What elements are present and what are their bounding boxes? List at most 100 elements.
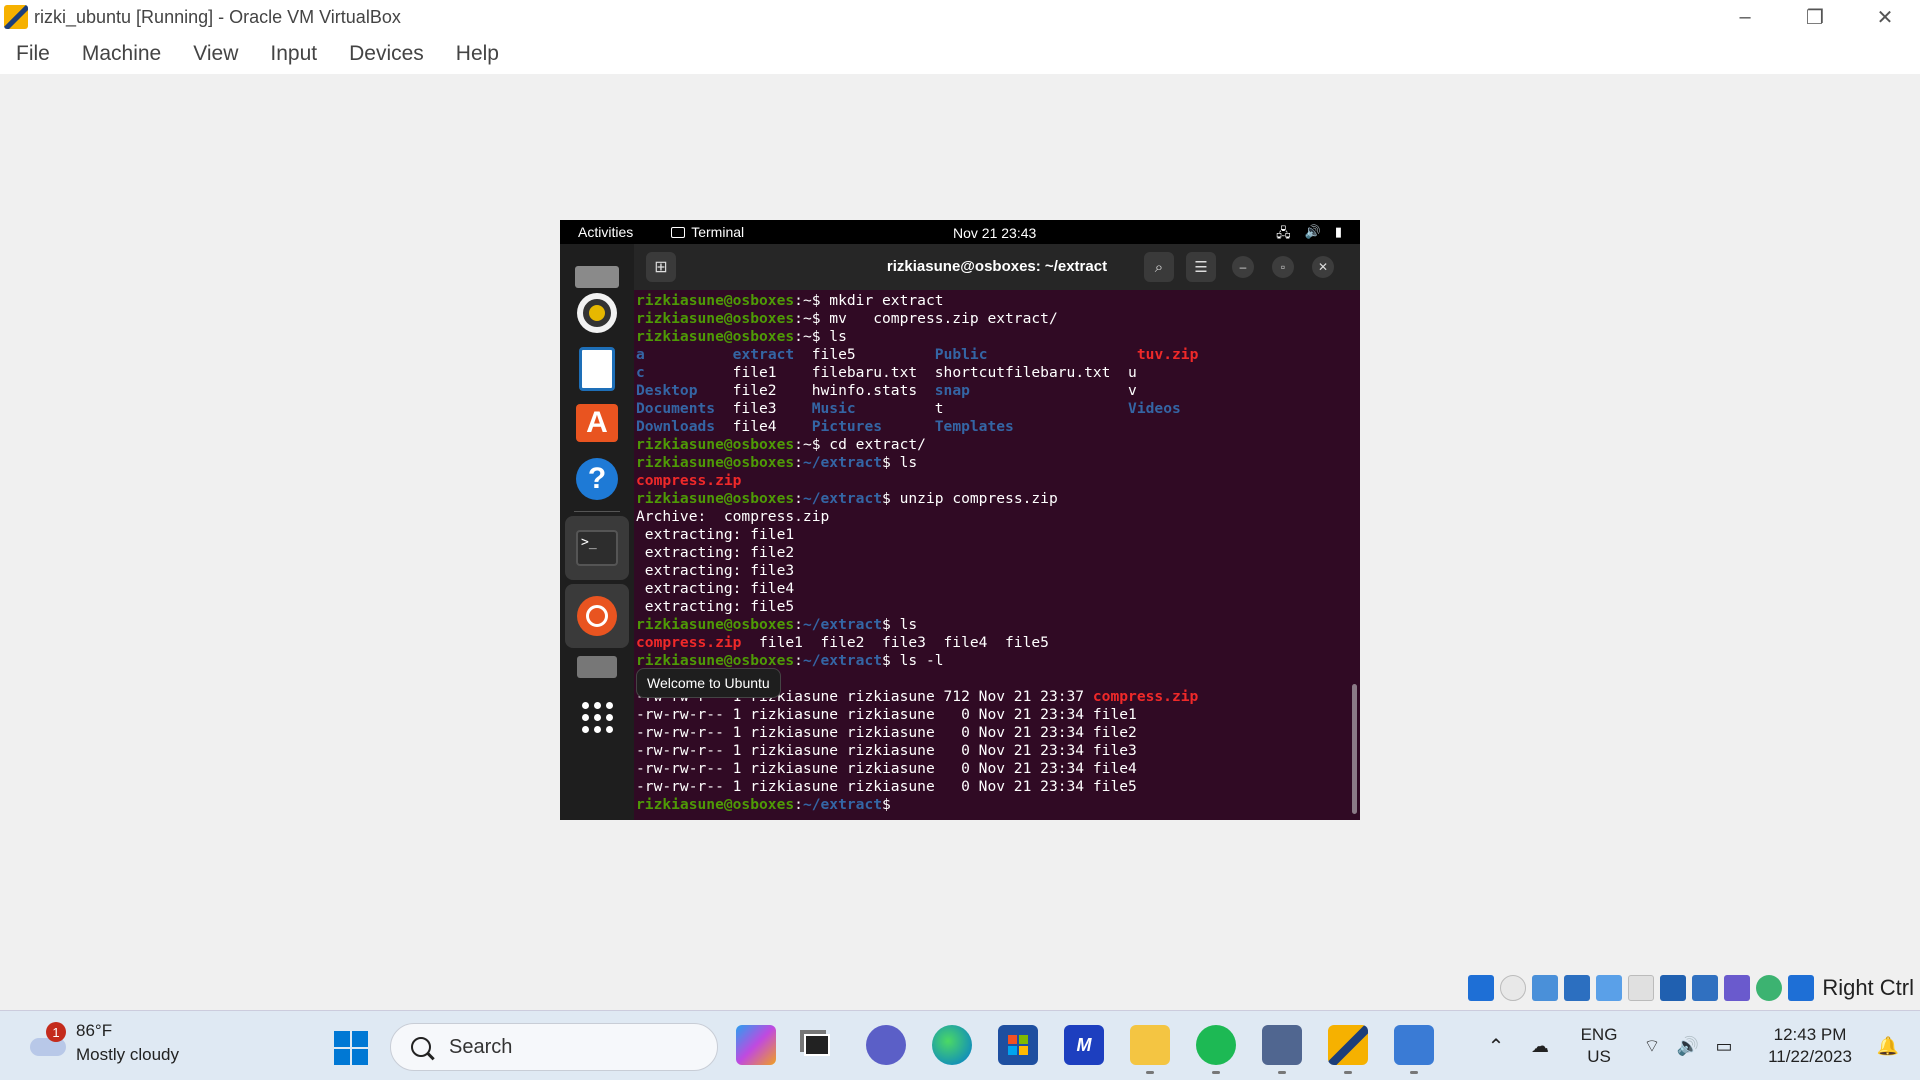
shared-folders-icon[interactable] (1628, 975, 1655, 1001)
app-menu-label: Terminal (691, 224, 745, 240)
volume-icon[interactable]: 🔊 (1670, 1036, 1706, 1057)
usb-icon[interactable] (1596, 975, 1623, 1001)
terminal-line: -rw-rw-r-- 1 rizkiasune rizkiasune 0 Nov… (636, 760, 1344, 778)
clock[interactable]: 12:43 PM 11/22/2023 (1750, 1024, 1870, 1068)
dock-rhythmbox[interactable] (572, 288, 622, 338)
terminal-maximize-button[interactable]: ▫ (1272, 256, 1294, 278)
menu-file[interactable]: File (16, 42, 50, 66)
terminal-text: : (794, 652, 803, 669)
menu-machine[interactable]: Machine (82, 42, 161, 66)
teams-chat-icon[interactable] (866, 1025, 906, 1065)
terminal-text: rizkiasune@osboxes (636, 796, 795, 813)
terminal-text: Videos (1128, 400, 1181, 417)
spotify-icon[interactable] (1196, 1025, 1236, 1065)
close-icon: ✕ (1317, 260, 1329, 274)
app-menu-terminal[interactable]: Terminal (671, 224, 744, 240)
terminal-output[interactable]: rizkiasune@osboxes:~$ mkdir extract rizki… (634, 292, 1344, 820)
wifi-icon[interactable]: ⌔ (1634, 1035, 1670, 1058)
terminal-text: Archive: compress.zip (636, 508, 830, 525)
file-explorer-icon[interactable] (1130, 1025, 1170, 1065)
vm-screen[interactable]: Activities Terminal Nov 21 23:43 🖧 🔊 ▮ A (560, 220, 1360, 820)
start-button[interactable] (334, 1031, 368, 1065)
app-center-icon: A (576, 404, 618, 442)
dock-libreoffice-writer[interactable] (572, 344, 622, 394)
restore-button[interactable]: ❐ (1780, 0, 1850, 34)
terminal-text: extract (732, 346, 795, 363)
chevron-up-icon[interactable]: ⌃ (1476, 1034, 1516, 1059)
menu-input[interactable]: Input (270, 42, 317, 66)
terminal-window[interactable]: ⊞ rizkiasune@osboxes: ~/extract ⌕ ☰ – ▫ … (634, 244, 1360, 820)
language-indicator[interactable]: ENG US (1564, 1024, 1634, 1068)
close-button[interactable]: ✕ (1850, 0, 1920, 34)
task-view-icon[interactable] (797, 1025, 837, 1065)
hard-disk-icon[interactable] (1468, 975, 1495, 1001)
audio-icon[interactable] (1532, 975, 1559, 1001)
dock: A ? >_ (560, 244, 634, 820)
taskbar-search[interactable]: Search (390, 1023, 718, 1071)
vt-x-icon[interactable] (1724, 975, 1751, 1001)
menu-devices[interactable]: Devices (349, 42, 424, 66)
onedrive-icon[interactable]: ☁ (1516, 1036, 1564, 1057)
virtualbox-cube-icon[interactable] (1262, 1025, 1302, 1065)
search-placeholder: Search (449, 1035, 513, 1058)
menu-view[interactable]: View (193, 42, 238, 66)
terminal-line: rizkiasune@osboxes:~/extract$ (636, 796, 1344, 814)
terminal-text: rizkiasune@osboxes (636, 328, 795, 345)
copilot-icon[interactable] (736, 1025, 776, 1065)
show-apps-button[interactable] (572, 692, 622, 742)
guest-additions-icon[interactable] (1756, 975, 1783, 1001)
terminal-text: : (794, 796, 803, 813)
terminal-line: -rw-rw-r-- 1 rizkiasune rizkiasune 0 Nov… (636, 778, 1344, 796)
terminal-text: file1 filebaru.txt shortcutfilebaru.txt … (644, 364, 1137, 381)
microsoft-store-icon[interactable] (998, 1025, 1038, 1065)
activities-button[interactable]: Activities (578, 224, 633, 240)
search-icon: ⌕ (1154, 258, 1164, 276)
dock-terminal[interactable]: >_ (565, 516, 629, 580)
running-indicator (1212, 1071, 1220, 1074)
network-adapter-icon[interactable] (1564, 975, 1591, 1001)
help-icon: ? (576, 458, 618, 500)
terminal-scrollbar[interactable] (1352, 684, 1357, 814)
terminal-line: rizkiasune@osboxes:~/extract$ ls (636, 454, 1344, 472)
recording-icon[interactable] (1692, 975, 1719, 1001)
terminal-text: compress.zip (636, 634, 742, 651)
terminal-text: Pictures (811, 418, 883, 435)
terminal-text: Downloads (636, 418, 716, 435)
app-m-icon[interactable]: M (1064, 1025, 1104, 1065)
search-button[interactable]: ⌕ (1144, 252, 1174, 282)
menu-button[interactable]: ☰ (1186, 252, 1216, 282)
paint-icon[interactable] (1394, 1025, 1434, 1065)
system-tray[interactable]: 🖧 🔊 ▮ (1276, 224, 1342, 246)
windows-logo-icon (334, 1031, 350, 1047)
virtualbox-vm-icon[interactable] (1328, 1025, 1368, 1065)
terminal-close-button[interactable]: ✕ (1312, 256, 1334, 278)
terminal-text: rizkiasune@osboxes (636, 490, 795, 507)
notification-bell-icon[interactable]: 🔔 (1870, 1036, 1906, 1057)
dock-drive[interactable] (572, 642, 622, 692)
rhythmbox-icon (577, 293, 617, 333)
weather-temp: 86°F (76, 1021, 113, 1040)
dock-help[interactable]: ? (572, 454, 622, 504)
weather-widget[interactable]: 1 86°F Mostly cloudy (28, 1019, 179, 1067)
terminal-text: : (794, 616, 803, 633)
display-icon[interactable] (1660, 975, 1687, 1001)
optical-drive-icon[interactable] (1500, 975, 1527, 1001)
edge-icon[interactable] (932, 1025, 972, 1065)
mouse-integration-icon[interactable] (1788, 975, 1815, 1001)
battery-icon[interactable]: ▭ (1706, 1036, 1742, 1057)
terminal-text: extracting: file2 (636, 544, 795, 561)
minimize-button[interactable]: – (1710, 0, 1780, 34)
dock-app-center[interactable]: A (572, 398, 622, 448)
clock[interactable]: Nov 21 23:43 (953, 225, 1036, 241)
terminal-text: ~/extract (802, 490, 883, 507)
dock-welcome[interactable] (565, 584, 629, 648)
menu-help[interactable]: Help (456, 42, 499, 66)
terminal-text: $ ls -l (882, 652, 944, 669)
search-icon (411, 1037, 431, 1057)
terminal-text: rizkiasune@osboxes (636, 616, 795, 633)
terminal-text: v (969, 382, 1137, 399)
terminal-text: rizkiasune@osboxes (636, 310, 795, 327)
terminal-minimize-button[interactable]: – (1232, 256, 1254, 278)
